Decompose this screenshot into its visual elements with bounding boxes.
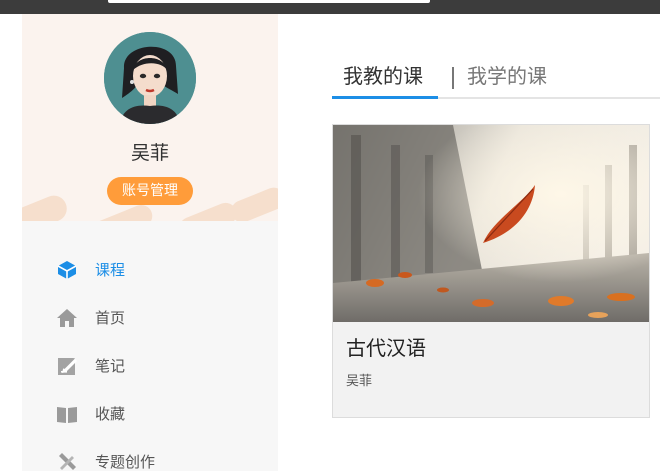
course-card[interactable]: 古代汉语 吴菲 — [332, 124, 650, 418]
sidebar-item-notes[interactable]: 笔记 — [22, 342, 278, 390]
tab-learning-courses[interactable]: 我学的课 — [467, 62, 547, 90]
active-tab-indicator — [332, 96, 438, 99]
sidebar-item-label: 收藏 — [95, 405, 126, 423]
home-icon — [56, 307, 78, 329]
course-thumbnail — [333, 125, 649, 322]
browser-top-bar — [0, 0, 660, 14]
tab-separator — [452, 67, 454, 89]
note-icon — [56, 355, 78, 377]
course-title: 古代汉语 — [346, 336, 426, 360]
sidebar-item-favorites[interactable]: 收藏 — [22, 390, 278, 438]
tab-teaching-courses[interactable]: 我教的课 — [343, 62, 423, 90]
sidebar-item-topic-creation[interactable]: 专题创作 — [22, 438, 278, 471]
sidebar-item-home[interactable]: 首页 — [22, 294, 278, 342]
username: 吴菲 — [130, 142, 169, 164]
book-icon — [56, 403, 78, 425]
avatar[interactable] — [104, 32, 196, 124]
decoration — [227, 184, 278, 221]
decoration — [22, 191, 71, 221]
sidebar-item-label: 专题创作 — [95, 453, 156, 471]
course-teacher: 吴菲 — [346, 374, 373, 389]
create-tools-icon — [56, 451, 78, 471]
account-management-button[interactable]: 账号管理 — [107, 177, 193, 205]
address-bar[interactable] — [108, 0, 430, 3]
course-tabs: 我教的课 我学的课 — [332, 58, 660, 100]
sidebar: 吴菲 账号管理 课程 首页 笔记 收藏 专题创作 — [22, 14, 278, 471]
sidebar-item-label: 首页 — [95, 309, 126, 327]
profile-panel: 吴菲 账号管理 — [22, 14, 278, 221]
sidebar-nav: 课程 首页 笔记 收藏 专题创作 — [22, 246, 278, 471]
sidebar-item-courses[interactable]: 课程 — [22, 246, 278, 294]
course-cube-icon — [56, 259, 78, 281]
sidebar-item-label: 课程 — [95, 261, 126, 279]
sidebar-item-label: 笔记 — [95, 357, 126, 375]
avatar-image — [104, 32, 196, 124]
